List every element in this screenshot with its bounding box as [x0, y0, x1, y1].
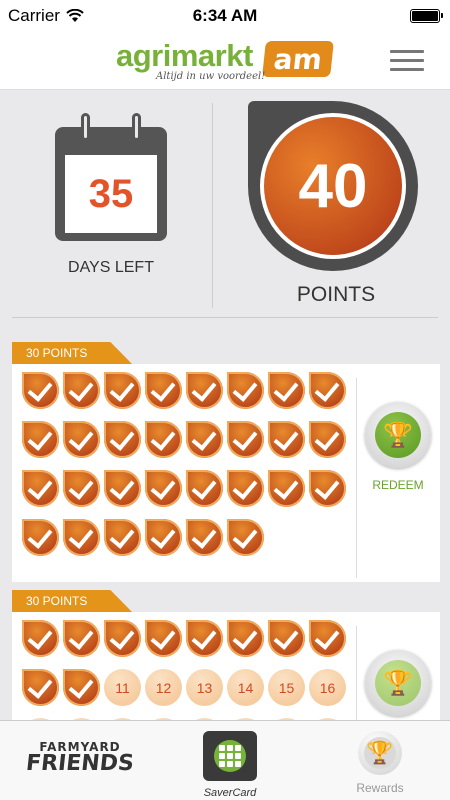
- calendar-icon: 35: [55, 113, 167, 241]
- rewards-label: Rewards: [356, 781, 404, 795]
- stamp-checked-icon: [104, 372, 141, 409]
- stamp-checked-icon: [104, 620, 141, 657]
- logo-tagline: Altijd in uw voordeel!: [156, 71, 266, 82]
- summary-divider: [212, 103, 213, 308]
- stamp-checked-icon: [63, 470, 100, 507]
- status-bar: Carrier 6:34 AM: [0, 0, 450, 32]
- stamp-checked-icon: [63, 519, 100, 556]
- stamp-checked-icon: [22, 470, 59, 507]
- stamp-checked-icon: [227, 372, 264, 409]
- stamp-checked-icon: [227, 470, 264, 507]
- stamp-empty: 15: [268, 669, 305, 706]
- stamp-checked-icon: [145, 620, 182, 657]
- stamp-checked-icon: [104, 470, 141, 507]
- stamp-empty: 13: [186, 669, 223, 706]
- tab-rewards[interactable]: 🏆 Rewards: [345, 721, 415, 800]
- points-value: 40: [260, 113, 406, 259]
- redeem-label: REDEEM: [372, 478, 424, 492]
- stamp-grid-1: [22, 372, 358, 568]
- stamp-checked-icon: [186, 519, 223, 556]
- tab-bar: FARMYARD FRIENDS SaverCard 🏆 Rewards: [0, 720, 450, 800]
- tab-farmyard-friends[interactable]: FARMYARD FRIENDS: [20, 721, 140, 800]
- logo-text: agrimarkt: [116, 38, 253, 73]
- stamp-checked-icon: [268, 470, 305, 507]
- card-tab-2: 30 POINTS: [12, 590, 132, 612]
- stamp-empty: 11: [104, 669, 141, 706]
- stamp-empty: 12: [145, 669, 182, 706]
- stamp-checked-icon: [63, 421, 100, 458]
- points-widget: 40 POINTS: [248, 101, 424, 307]
- stamp-checked-icon: [186, 620, 223, 657]
- stamp-checked-icon: [309, 372, 346, 409]
- stamp-checked-icon: [145, 470, 182, 507]
- stamp-checked-icon: [22, 372, 59, 409]
- stamp-checked-icon: [22, 620, 59, 657]
- savercard-label: SaverCard: [203, 787, 257, 799]
- stamp-empty: 16: [309, 669, 346, 706]
- stamp-checked-icon: [145, 372, 182, 409]
- clock: 6:34 AM: [192, 6, 258, 25]
- hamburger-menu-icon[interactable]: [390, 50, 424, 72]
- stamp-checked-icon: [22, 669, 59, 706]
- stamp-checked-icon: [309, 470, 346, 507]
- stamp-checked-icon: [227, 620, 264, 657]
- stamp-checked-icon: [63, 669, 100, 706]
- friends-text: FRIENDS: [24, 751, 136, 776]
- points-badge: 40: [248, 101, 418, 271]
- stamp-checked-icon: [22, 421, 59, 458]
- stamp-empty: 14: [227, 669, 264, 706]
- stamp-checked-icon: [186, 421, 223, 458]
- stamp-checked-icon: [309, 421, 346, 458]
- card-tab-1: 30 POINTS: [12, 342, 132, 364]
- agrimarkt-logo: agrimarkt am Altijd in uw voordeel!: [116, 38, 336, 86]
- days-left-label: DAYS LEFT: [68, 259, 154, 276]
- stamp-checked-icon: [63, 372, 100, 409]
- logo-badge: am: [262, 41, 334, 77]
- stamp-checked-icon: [227, 519, 264, 556]
- days-left-widget: 35 DAYS LEFT: [55, 113, 167, 277]
- points-label: POINTS: [296, 283, 376, 306]
- stamp-checked-icon: [104, 519, 141, 556]
- redeem-button[interactable]: 🏆 REDEEM: [362, 402, 434, 492]
- stamp-checked-icon: [268, 372, 305, 409]
- stamp-checked-icon: [268, 421, 305, 458]
- stamp-checked-icon: [145, 519, 182, 556]
- stamp-checked-icon: [186, 372, 223, 409]
- app-header: agrimarkt am Altijd in uw voordeel!: [0, 32, 450, 90]
- summary-panel: 35 DAYS LEFT 40 POINTS: [0, 91, 450, 318]
- stamp-checked-icon: [227, 421, 264, 458]
- stamp-card-2: 1112131415161718192021222324252627282930…: [12, 612, 440, 720]
- farmyard-friends-logo: FARMYARD FRIENDS: [20, 741, 140, 776]
- days-left-value: 35: [65, 155, 157, 233]
- redeem-button-disabled: 🏆: [362, 650, 434, 716]
- stamp-grid-2: 1112131415161718192021222324252627282930: [22, 620, 358, 720]
- card-divider: [356, 626, 357, 720]
- section-divider: [12, 317, 438, 318]
- trophy-icon: 🏆: [365, 650, 431, 716]
- stamp-checked-icon: [186, 470, 223, 507]
- trophy-icon: 🏆: [365, 402, 431, 468]
- stamp-checked-icon: [309, 620, 346, 657]
- stamp-checked-icon: [268, 620, 305, 657]
- savercard-icon: [203, 731, 257, 781]
- stamp-checked-icon: [63, 620, 100, 657]
- card-divider: [356, 378, 357, 578]
- tab-savercard[interactable]: SaverCard: [195, 721, 265, 800]
- stamp-checked-icon: [104, 421, 141, 458]
- stamp-card-1: 🏆 REDEEM: [12, 364, 440, 582]
- stamp-checked-icon: [145, 421, 182, 458]
- rewards-trophy-icon: 🏆: [358, 731, 402, 775]
- stamp-checked-icon: [22, 519, 59, 556]
- battery-icon: [410, 9, 443, 23]
